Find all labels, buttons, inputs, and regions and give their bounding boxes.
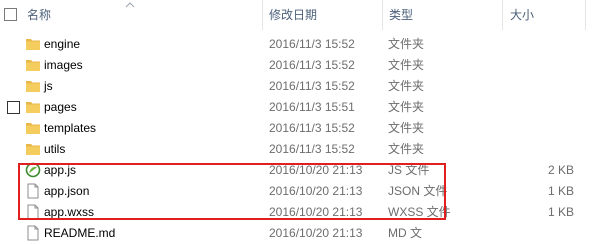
column-divider[interactable] <box>382 0 383 30</box>
js-file-icon <box>25 162 41 178</box>
file-row[interactable]: utils 2016/11/3 15:52 文件夹 <box>0 139 613 160</box>
file-name[interactable]: README.md <box>44 223 115 244</box>
file-name[interactable]: pages <box>44 97 77 118</box>
column-size-header[interactable]: 大小 <box>510 0 534 30</box>
file-row[interactable]: templates 2016/11/3 15:52 文件夹 <box>0 118 613 139</box>
folder-icon <box>26 102 40 113</box>
column-header: 名称 修改日期 类型 大小 <box>0 0 613 30</box>
file-name[interactable]: app.wxss <box>44 202 94 223</box>
file-row[interactable]: app.js 2016/10/20 21:13 JS 文件 2 KB <box>0 160 613 181</box>
file-type: 文件夹 <box>388 142 425 156</box>
select-all-checkbox[interactable] <box>4 8 17 21</box>
file-type: 文件夹 <box>388 100 425 114</box>
file-size: 1 KB <box>547 184 574 198</box>
column-divider[interactable] <box>585 0 586 30</box>
column-date-header[interactable]: 修改日期 <box>269 0 317 30</box>
file-date: 2016/10/20 21:13 <box>269 163 363 177</box>
column-name-header[interactable]: 名称 <box>27 0 51 30</box>
file-type: 文件夹 <box>388 37 425 51</box>
folder-icon <box>26 81 40 92</box>
file-date: 2016/11/3 15:51 <box>269 100 355 114</box>
file-row[interactable]: app.json 2016/10/20 21:13 JSON 文件 1 KB <box>0 181 613 202</box>
file-date: 2016/11/3 15:52 <box>269 58 355 72</box>
file-size: 2 KB <box>547 163 574 177</box>
file-row[interactable]: engine 2016/11/3 15:52 文件夹 <box>0 34 613 55</box>
file-date: 2016/10/20 21:13 <box>269 205 363 219</box>
column-type-header[interactable]: 类型 <box>389 0 413 30</box>
file-type: 文件夹 <box>388 79 425 93</box>
file-date: 2016/11/3 15:52 <box>269 79 355 93</box>
file-name[interactable]: utils <box>44 139 65 160</box>
file-name[interactable]: images <box>44 55 83 76</box>
file-date: 2016/10/20 21:13 <box>269 226 363 240</box>
file-size: 1 KB <box>547 205 574 219</box>
file-type: 文件夹 <box>388 58 425 72</box>
file-date: 2016/10/20 21:13 <box>269 184 363 198</box>
column-divider[interactable] <box>502 0 503 30</box>
file-name[interactable]: templates <box>44 118 96 139</box>
file-name[interactable]: app.js <box>44 160 76 181</box>
row-checkbox[interactable] <box>7 101 20 114</box>
file-type: MD 文 <box>388 226 422 240</box>
folder-icon <box>26 123 40 134</box>
file-name[interactable]: js <box>44 76 53 97</box>
file-type: JS 文件 <box>388 163 430 177</box>
file-type: WXSS 文件 <box>388 205 451 219</box>
file-date: 2016/11/3 15:52 <box>269 37 355 51</box>
file-type: 文件夹 <box>388 121 425 135</box>
column-divider[interactable] <box>262 0 263 30</box>
file-name[interactable]: engine <box>44 34 80 55</box>
file-type: JSON 文件 <box>388 184 448 198</box>
file-icon <box>27 183 39 199</box>
sort-up-icon <box>125 2 135 8</box>
file-row[interactable]: images 2016/11/3 15:52 文件夹 <box>0 55 613 76</box>
file-date: 2016/11/3 15:52 <box>269 142 355 156</box>
file-icon <box>27 225 39 241</box>
folder-icon <box>26 39 40 50</box>
file-date: 2016/11/3 15:52 <box>269 121 355 135</box>
file-name[interactable]: app.json <box>44 181 89 202</box>
file-row[interactable]: pages 2016/11/3 15:51 文件夹 <box>0 97 613 118</box>
file-row[interactable]: app.wxss 2016/10/20 21:13 WXSS 文件 1 KB <box>0 202 613 223</box>
file-icon <box>27 204 39 220</box>
folder-icon <box>26 60 40 71</box>
folder-icon <box>26 144 40 155</box>
file-row[interactable]: README.md 2016/10/20 21:13 MD 文 <box>0 223 613 244</box>
file-row[interactable]: js 2016/11/3 15:52 文件夹 <box>0 76 613 97</box>
